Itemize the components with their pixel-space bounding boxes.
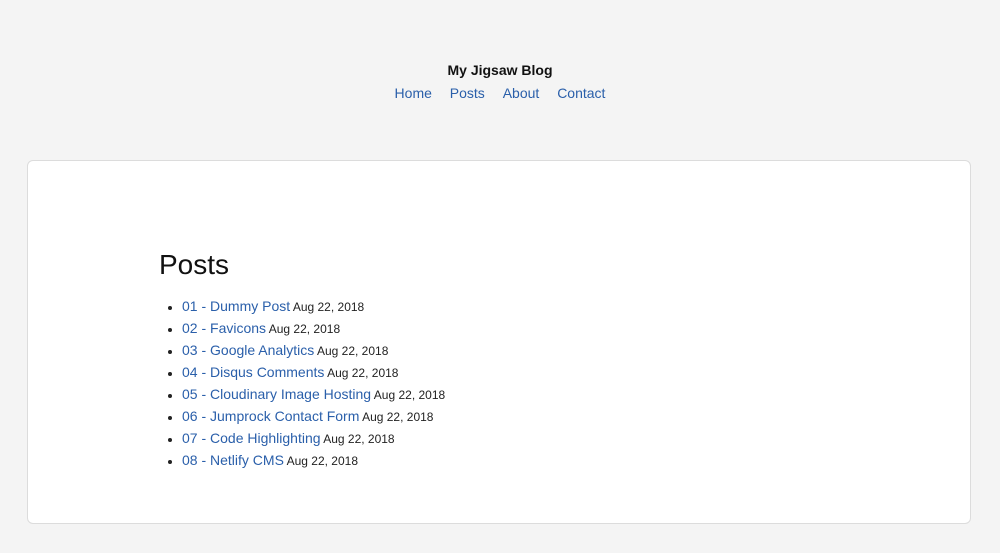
- list-item: 04 - Disqus Comments Aug 22, 2018: [182, 361, 859, 383]
- posts-section: Posts 01 - Dummy Post Aug 22, 2018 02 - …: [159, 245, 859, 471]
- post-link[interactable]: 02 - Favicons: [182, 320, 266, 336]
- site-header: My Jigsaw Blog Home Posts About Contact: [0, 60, 1000, 103]
- nav-item-home[interactable]: Home: [395, 85, 432, 101]
- list-item: 05 - Cloudinary Image Hosting Aug 22, 20…: [182, 383, 859, 405]
- main-nav: Home Posts About Contact: [0, 83, 1000, 103]
- post-date: Aug 22, 2018: [286, 454, 358, 468]
- page-title: Posts: [159, 249, 230, 280]
- post-link[interactable]: 01 - Dummy Post: [182, 298, 290, 314]
- post-date: Aug 22, 2018: [292, 300, 365, 314]
- nav-item-posts[interactable]: Posts: [450, 85, 485, 101]
- content-card: Posts 01 - Dummy Post Aug 22, 2018 02 - …: [27, 160, 971, 524]
- post-link[interactable]: 05 - Cloudinary Image Hosting: [182, 386, 371, 402]
- post-date: Aug 22, 2018: [268, 322, 341, 336]
- nav-item-about[interactable]: About: [503, 85, 540, 101]
- site-title[interactable]: My Jigsaw Blog: [0, 60, 1000, 80]
- post-date: Aug 22, 2018: [316, 344, 389, 358]
- post-link[interactable]: 06 - Jumprock Contact Form: [182, 408, 359, 424]
- list-item: 02 - Favicons Aug 22, 2018: [182, 317, 859, 339]
- post-link[interactable]: 04 - Disqus Comments: [182, 364, 324, 380]
- post-date: Aug 22, 2018: [362, 410, 434, 424]
- list-item: 08 - Netlify CMS Aug 22, 2018: [182, 449, 859, 471]
- list-item: 06 - Jumprock Contact Form Aug 22, 2018: [182, 405, 859, 427]
- posts-list: 01 - Dummy Post Aug 22, 2018 02 - Favico…: [159, 295, 859, 471]
- post-date: Aug 22, 2018: [327, 366, 399, 380]
- list-item: 07 - Code Highlighting Aug 22, 2018: [182, 427, 859, 449]
- post-link[interactable]: 07 - Code Highlighting: [182, 430, 321, 446]
- list-item: 03 - Google Analytics Aug 22, 2018: [182, 339, 859, 361]
- post-date: Aug 22, 2018: [373, 388, 446, 402]
- post-date: Aug 22, 2018: [323, 432, 395, 446]
- list-item: 01 - Dummy Post Aug 22, 2018: [182, 295, 859, 317]
- post-link[interactable]: 03 - Google Analytics: [182, 342, 314, 358]
- post-link[interactable]: 08 - Netlify CMS: [182, 452, 284, 468]
- nav-item-contact[interactable]: Contact: [557, 85, 605, 101]
